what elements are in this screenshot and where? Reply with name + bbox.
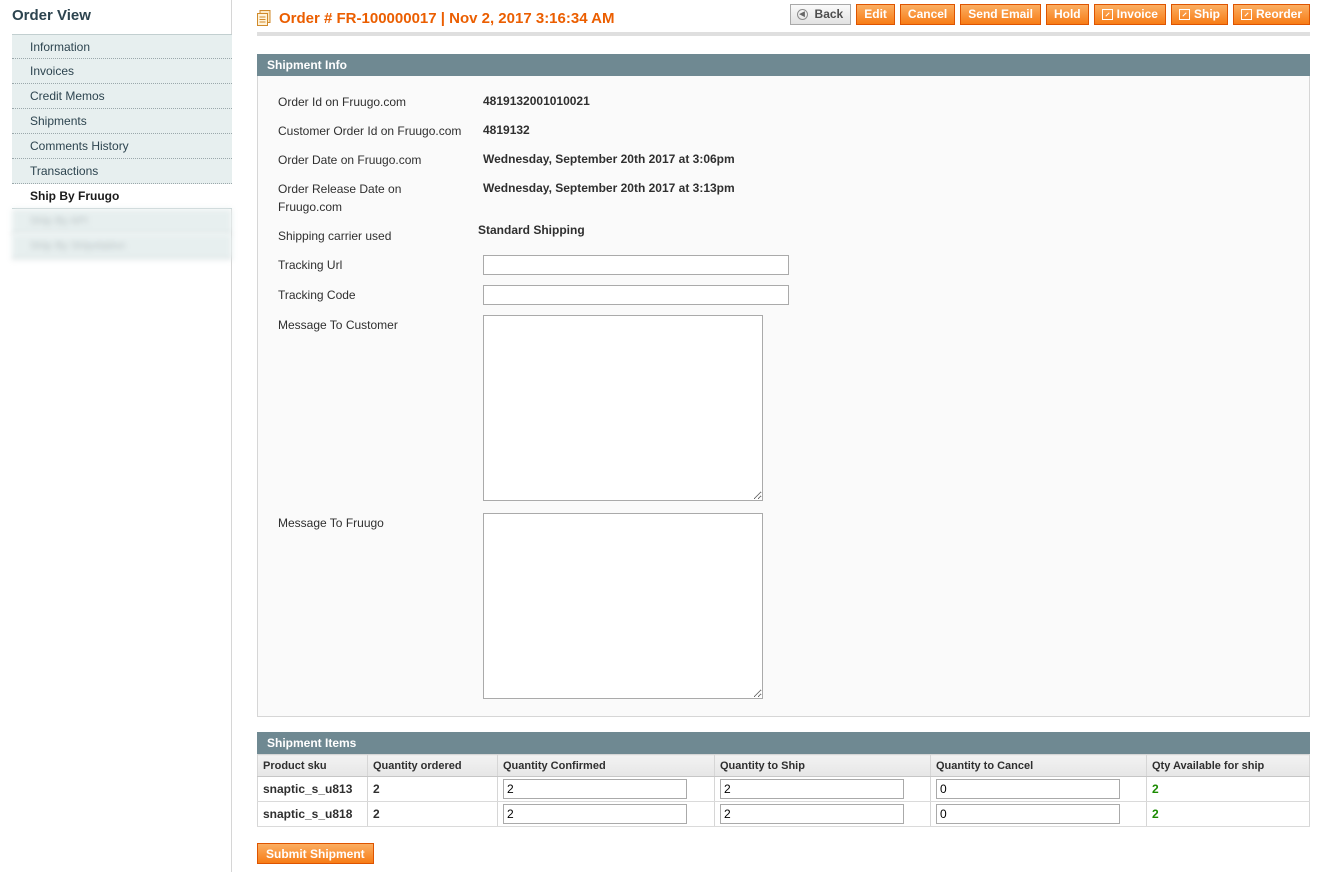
shipment-items-heading: Shipment Items <box>257 732 1310 754</box>
hold-button[interactable]: Hold <box>1045 4 1089 25</box>
ship-button[interactable]: Ship <box>1170 4 1228 25</box>
tracking-code-label: Tracking Code <box>278 288 356 302</box>
ship-button-label: Ship <box>1193 7 1220 21</box>
release-date-value: Wednesday, September 20th 2017 at 3:13pm <box>483 181 735 195</box>
tracking-url-label: Tracking Url <box>278 258 343 272</box>
invoice-icon <box>1101 9 1113 20</box>
quantity-to-cancel-input[interactable] <box>936 804 1120 824</box>
customer-order-id-label: Customer Order Id on Fruugo.com <box>278 124 462 138</box>
column-header: Quantity Confirmed <box>497 754 715 777</box>
product-sku: snaptic_s_u818 <box>257 801 368 827</box>
submit-shipment-button[interactable]: Submit Shipment <box>257 843 374 864</box>
reorder-button-label: Reorder <box>1255 7 1302 21</box>
sidebar-item-shipments[interactable]: Shipments <box>12 109 232 134</box>
reorder-icon <box>1240 9 1252 20</box>
quantity-to-cancel-cell <box>930 801 1147 827</box>
sidebar-item-information[interactable]: Information <box>12 34 232 59</box>
invoice-button[interactable]: Invoice <box>1093 4 1166 25</box>
sidebar-item-blurred-2[interactable]: Ship By Shipstation <box>12 234 232 259</box>
action-buttons: ◀ Back Edit Cancel Send Email Hold Invoi… <box>789 4 1310 25</box>
quantity-to-ship-cell <box>714 801 931 827</box>
sidebar-item-credit-memos[interactable]: Credit Memos <box>12 84 232 109</box>
invoice-button-label: Invoice <box>1116 7 1158 21</box>
table-header-row: Product sku Quantity ordered Quantity Co… <box>257 754 1310 777</box>
order-id-label: Order Id on Fruugo.com <box>278 95 407 109</box>
quantity-to-ship-cell <box>714 776 931 802</box>
sidebar-title: Order View <box>12 7 91 24</box>
sidebar-nav: Information Invoices Credit Memos Shipme… <box>12 34 232 259</box>
table-row: snaptic_s_u818 2 2 <box>257 801 1310 827</box>
shipment-items-table: Product sku Quantity ordered Quantity Co… <box>257 754 1310 827</box>
column-header: Product sku <box>257 754 368 777</box>
message-customer-label: Message To Customer <box>278 318 398 332</box>
sidebar: Order View Information Invoices Credit M… <box>0 0 232 872</box>
shipment-info-heading: Shipment Info <box>257 54 1310 76</box>
release-date-label: Order Release Date on Fruugo.com <box>278 182 402 214</box>
tracking-url-input[interactable] <box>483 255 789 275</box>
sidebar-item-invoices[interactable]: Invoices <box>12 59 232 84</box>
message-fruugo-label: Message To Fruugo <box>278 516 384 530</box>
quantity-to-ship-input[interactable] <box>720 779 904 799</box>
reorder-button[interactable]: Reorder <box>1232 4 1310 25</box>
quantity-ordered: 2 <box>367 776 498 802</box>
order-date-value: Wednesday, September 20th 2017 at 3:06pm <box>483 152 735 166</box>
order-icon <box>257 10 271 26</box>
quantity-confirmed-input[interactable] <box>503 779 687 799</box>
send-email-button[interactable]: Send Email <box>960 4 1041 25</box>
back-button-label: Back <box>814 7 844 21</box>
quantity-confirmed-cell <box>497 776 715 802</box>
product-sku: snaptic_s_u813 <box>257 776 368 802</box>
qty-available: 2 <box>1146 801 1310 827</box>
back-button[interactable]: ◀ Back <box>789 4 852 25</box>
edit-button[interactable]: Edit <box>856 4 895 25</box>
quantity-to-ship-input[interactable] <box>720 804 904 824</box>
sidebar-item-ship-by-fruugo[interactable]: Ship By Fruugo <box>12 184 232 209</box>
carrier-label: Shipping carrier used <box>278 229 392 243</box>
page-title: Order # FR-100000017 | Nov 2, 2017 3:16:… <box>279 10 615 27</box>
sidebar-item-transactions[interactable]: Transactions <box>12 159 232 184</box>
quantity-to-cancel-cell <box>930 776 1147 802</box>
order-date-label: Order Date on Fruugo.com <box>278 153 422 167</box>
quantity-ordered: 2 <box>367 801 498 827</box>
order-id-value: 4819132001010021 <box>483 94 590 108</box>
message-fruugo-textarea[interactable] <box>483 513 763 699</box>
column-header: Qty Available for ship <box>1146 754 1310 777</box>
quantity-confirmed-cell <box>497 801 715 827</box>
message-customer-textarea[interactable] <box>483 315 763 501</box>
quantity-to-cancel-input[interactable] <box>936 779 1120 799</box>
sidebar-item-blurred-1[interactable]: Ship By API <box>12 209 232 234</box>
carrier-value: Standard Shipping <box>478 223 585 237</box>
ship-icon <box>1178 9 1190 20</box>
page-header: Order # FR-100000017 | Nov 2, 2017 3:16:… <box>257 0 1310 36</box>
cancel-button[interactable]: Cancel <box>899 4 956 25</box>
table-row: snaptic_s_u813 2 2 <box>257 776 1310 802</box>
shipment-info-panel <box>257 76 1310 717</box>
quantity-confirmed-input[interactable] <box>503 804 687 824</box>
customer-order-id-value: 4819132 <box>483 123 530 137</box>
tracking-code-input[interactable] <box>483 285 789 305</box>
qty-available: 2 <box>1146 776 1310 802</box>
back-arrow-icon: ◀ <box>796 9 808 20</box>
sidebar-item-comments-history[interactable]: Comments History <box>12 134 232 159</box>
column-header: Quantity to Cancel <box>930 754 1147 777</box>
column-header: Quantity to Ship <box>714 754 931 777</box>
column-header: Quantity ordered <box>367 754 498 777</box>
